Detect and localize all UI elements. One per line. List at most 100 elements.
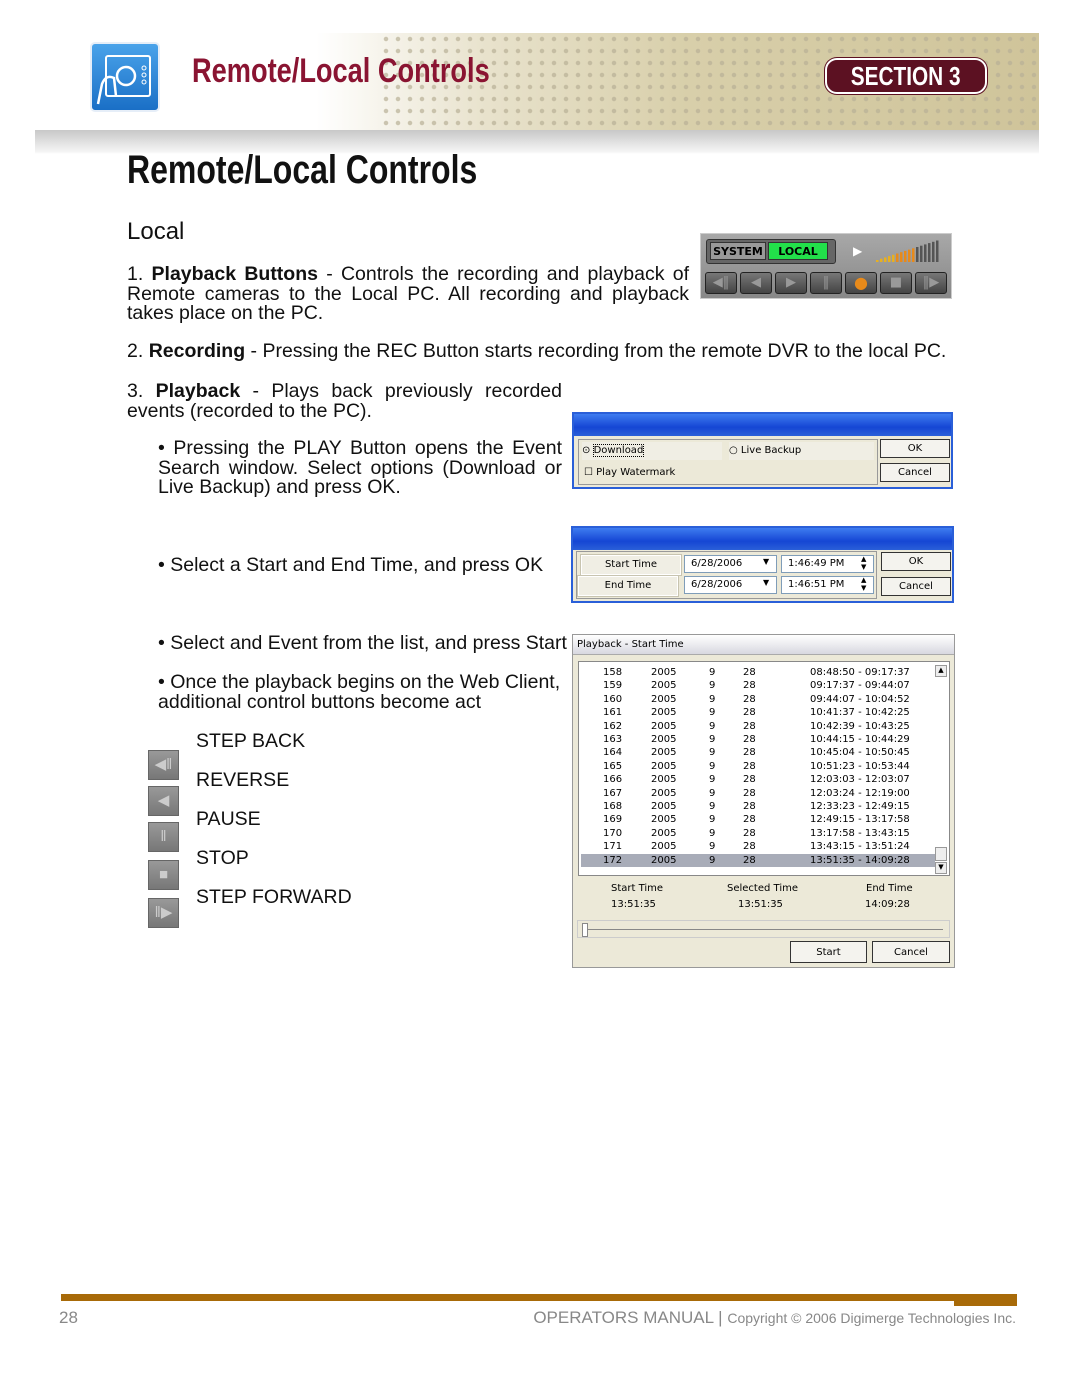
control-label: STOP [196, 847, 249, 869]
table-cell: 2005 [651, 734, 677, 745]
download-radio[interactable]: ⊙ Download [582, 442, 722, 460]
table-cell: 28 [743, 747, 756, 759]
table-cell: 9 [709, 827, 716, 839]
table-row[interactable]: 163 2005 9 28 10:44:15 - 10:44:29 [581, 733, 935, 746]
control-label: STEP FORWARD [196, 886, 352, 908]
table-cell: 9 [709, 680, 716, 692]
volume-speaker-icon: ▶ [853, 244, 863, 258]
volume-bar [904, 250, 907, 262]
footer-text: OPERATORS MANUAL | Copyright © 2006 Digi… [533, 1308, 1016, 1327]
table-row[interactable]: 170 2005 9 28 13:17:58 - 13:43:15 [581, 827, 935, 840]
footer-tab [954, 1294, 1017, 1306]
table-cell: 9 [709, 693, 716, 705]
table-cell: 12:03:03 - 12:03:07 [810, 774, 910, 786]
table-row[interactable]: 162 2005 9 28 10:42:39 - 10:43:25 [581, 720, 935, 733]
table-cell: 161 [603, 707, 623, 719]
options-dialog: ⊙ Download ○ Live Backup ☐ Play Watermar… [572, 412, 953, 489]
table-cell: 10:41:37 - 10:42:25 [810, 707, 910, 719]
dialog-titlebar [574, 414, 951, 436]
time-slider[interactable] [577, 920, 950, 938]
event-list[interactable]: 158 2005 9 28 08:48:50 - 09:17:37 159 2005 9 28 0… [578, 661, 950, 876]
table-cell: 28 [743, 841, 756, 853]
cancel-button[interactable]: Cancel [872, 941, 950, 963]
table-cell: 9 [709, 720, 716, 732]
table-cell: 9 [709, 734, 716, 745]
play-button[interactable]: ▶ [775, 272, 807, 294]
step-forward-button[interactable]: ‖▶ [915, 272, 947, 294]
table-cell: 28 [743, 814, 756, 826]
table-cell: 160 [603, 693, 623, 705]
start-time-label: Start Time [580, 554, 682, 576]
start-date-dropdown-icon[interactable]: ▼ [763, 557, 769, 566]
table-cell: 167 [603, 787, 623, 799]
pause-button[interactable]: ‖ [810, 272, 842, 294]
control-label: PAUSE [196, 808, 261, 830]
pause-icon: ‖ [148, 822, 179, 852]
volume-bar [896, 253, 899, 262]
ok-button[interactable]: OK [881, 552, 951, 571]
record-button[interactable]: ● [845, 272, 877, 294]
table-cell: 13:17:58 - 13:43:15 [810, 827, 910, 839]
volume-meter-icon[interactable] [876, 240, 940, 264]
table-cell: 2005 [651, 814, 677, 826]
scrollbar-thumb[interactable] [935, 847, 947, 861]
table-cell: 169 [603, 814, 623, 826]
table-cell: 9 [709, 707, 716, 719]
volume-bar [900, 252, 903, 262]
local-button[interactable]: LOCAL [768, 242, 828, 260]
volume-bar [888, 256, 891, 262]
table-cell: 2005 [651, 680, 677, 692]
end-date-dropdown-icon[interactable]: ▼ [763, 578, 769, 587]
table-row[interactable]: 160 2005 9 28 09:44:07 - 10:04:52 [581, 693, 935, 706]
table-row[interactable]: 166 2005 9 28 12:03:03 - 12:03:07 [581, 773, 935, 786]
cancel-button[interactable]: Cancel [881, 577, 951, 596]
scroll-up-icon[interactable]: ▲ [935, 665, 947, 677]
table-cell: 2005 [651, 841, 677, 853]
item-playback-buttons: 1. Playback Buttons - Controls the recor… [127, 263, 689, 324]
table-cell: 9 [709, 787, 716, 799]
end-spin-arrows-icon[interactable]: ▲ ▼ [861, 576, 866, 592]
table-row[interactable]: 158 2005 9 28 08:48:50 - 09:17:37 [581, 666, 935, 679]
table-row[interactable]: 159 2005 9 28 09:17:37 - 09:44:07 [581, 679, 935, 692]
cancel-button[interactable]: Cancel [880, 463, 950, 482]
volume-bar [876, 260, 879, 262]
table-cell: 08:48:50 - 09:17:37 [810, 667, 910, 678]
scroll-down-icon[interactable]: ▼ [935, 862, 947, 874]
end-time-label: End Time [577, 575, 679, 597]
live-backup-radio[interactable]: ○ Live Backup [729, 442, 874, 460]
step-back-button[interactable]: ◀‖ [705, 272, 737, 294]
table-cell: 10:44:15 - 10:44:29 [810, 734, 910, 745]
table-cell: 159 [603, 680, 623, 692]
table-cell: 13:43:15 - 13:51:24 [810, 841, 910, 853]
page-title: Remote/Local Controls [127, 148, 478, 192]
table-cell: 2005 [651, 707, 677, 719]
table-row[interactable]: 161 2005 9 28 10:41:37 - 10:42:25 [581, 706, 935, 719]
table-row[interactable]: 165 2005 9 28 10:51:23 - 10:53:44 [581, 760, 935, 773]
reverse-button[interactable]: ◀ [740, 272, 772, 294]
volume-bar [916, 247, 919, 262]
table-row[interactable]: 167 2005 9 28 12:03:24 - 12:19:00 [581, 787, 935, 800]
start-button[interactable]: Start [790, 941, 867, 963]
table-cell: 9 [709, 747, 716, 759]
slider-thumb[interactable] [582, 923, 588, 937]
system-button[interactable]: SYSTEM [710, 242, 766, 260]
play-watermark-checkbox[interactable]: ☐ Play Watermark [584, 464, 675, 482]
volume-bar [892, 254, 895, 262]
dialog-titlebar [573, 528, 952, 550]
table-row[interactable]: 169 2005 9 28 12:49:15 - 13:17:58 [581, 813, 935, 826]
table-row[interactable]: 171 2005 9 28 13:43:15 - 13:51:24 [581, 840, 935, 853]
start-spin-arrows-icon[interactable]: ▲ ▼ [861, 555, 866, 571]
ok-button[interactable]: OK [880, 439, 950, 458]
table-cell: 10:45:04 - 10:50:45 [810, 747, 910, 759]
volume-bar [928, 243, 931, 262]
stop-button[interactable]: ■ [880, 272, 912, 294]
bullet-play: • Pressing the PLAY Button opens the Eve… [158, 437, 562, 498]
banner-title: Remote/Local Controls [192, 52, 490, 90]
table-row[interactable]: 168 2005 9 28 12:33:23 - 12:49:15 [581, 800, 935, 813]
table-cell: 158 [603, 667, 623, 678]
table-cell: 166 [603, 774, 623, 786]
table-row[interactable]: 164 2005 9 28 10:45:04 - 10:50:45 [581, 746, 935, 759]
table-cell: 10:42:39 - 10:43:25 [810, 720, 910, 732]
table-row[interactable]: 172 2005 9 28 13:51:35 - 14:09:28 [581, 853, 935, 867]
table-cell: 2005 [651, 801, 677, 812]
